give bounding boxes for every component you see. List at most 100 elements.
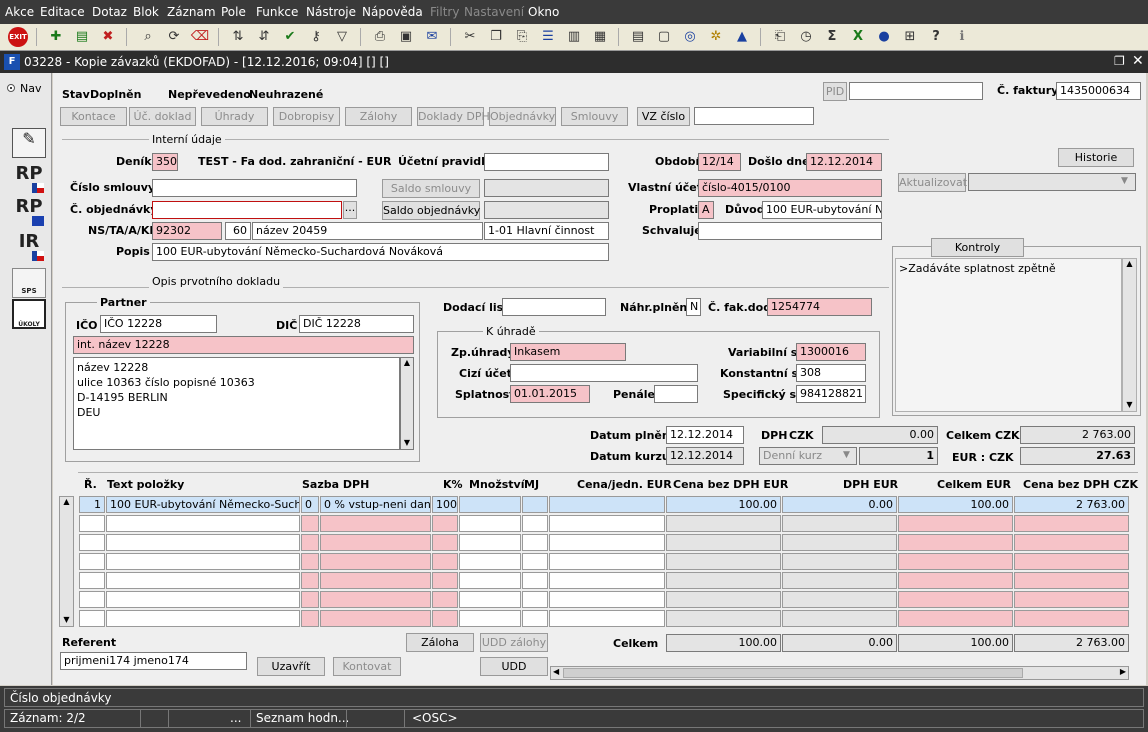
timer-icon[interactable]: ◷ [796, 27, 816, 47]
grid-cell-empty[interactable] [79, 591, 105, 608]
filter-icon[interactable]: ▽ [332, 27, 352, 47]
clear-icon[interactable]: ⌫ [190, 27, 210, 47]
scroll-down-icon[interactable]: ▼ [1123, 400, 1136, 409]
ta-field[interactable]: 60 [225, 222, 251, 240]
penale-field[interactable] [654, 385, 698, 403]
grid-cell-empty[interactable] [79, 610, 105, 627]
grid-cell-empty[interactable] [522, 553, 548, 570]
cizi-ucet-field[interactable] [510, 364, 698, 382]
pid-field[interactable] [849, 82, 983, 100]
scroll-down-icon[interactable]: ▼ [401, 438, 413, 447]
grid-cell-empty[interactable] [522, 515, 548, 532]
grid-cell-empty[interactable] [522, 610, 548, 627]
exit-icon[interactable]: EXIT [8, 27, 28, 47]
saldo-objednavky-button[interactable]: Saldo objednávky [382, 201, 480, 220]
info-icon[interactable]: ℹ [952, 27, 972, 47]
menu-pole[interactable]: Pole [221, 5, 246, 19]
specificky-field[interactable]: 984128821 [796, 385, 866, 403]
pid-button[interactable]: PID [823, 82, 847, 101]
ns-field[interactable]: 92302 [152, 222, 222, 240]
scroll-left-icon[interactable]: ◀ [553, 667, 559, 676]
cut-icon[interactable]: ✂ [460, 27, 480, 47]
calculator-icon[interactable]: ▦ [590, 27, 610, 47]
grid-cell-empty[interactable] [1014, 610, 1129, 627]
kontroly-scrollbar[interactable]: ▲ ▼ [1122, 258, 1137, 412]
denik-field[interactable]: 350 [152, 153, 178, 171]
sps-icon[interactable]: SPS [12, 268, 46, 298]
splatnost-field[interactable]: 01.01.2015 [510, 385, 590, 403]
grid-cell-empty[interactable] [782, 591, 897, 608]
grid-cell-empty[interactable] [549, 572, 665, 589]
grid-cell-empty[interactable] [1014, 534, 1129, 551]
tab-uhrady[interactable]: Úhrady [201, 107, 268, 126]
duvod-field[interactable]: 100 EUR-ubytování Něm [762, 201, 882, 219]
grid-cell-empty[interactable] [106, 553, 300, 570]
grid-cell-empty[interactable] [666, 610, 781, 627]
grid-cell-r[interactable]: 1 [79, 496, 105, 513]
insert-record-icon[interactable]: ▤ [72, 27, 92, 47]
grid-cell-empty[interactable] [898, 515, 1013, 532]
key-icon[interactable]: ⚷ [306, 27, 326, 47]
zaloha-button[interactable]: Záloha [406, 633, 474, 652]
tab-uc-doklad[interactable]: Úč. doklad [129, 107, 196, 126]
mail-icon[interactable]: ✉ [422, 27, 442, 47]
grid-cell-empty[interactable] [301, 610, 319, 627]
sum-icon[interactable]: Σ [822, 27, 842, 47]
datum-plneni-field[interactable]: 12.12.2014 [666, 426, 744, 444]
tab-zalohy[interactable]: Zálohy [345, 107, 412, 126]
grid-cell-empty[interactable] [782, 553, 897, 570]
grid-cell-empty[interactable] [898, 610, 1013, 627]
delete-record-icon[interactable]: ✖ [98, 27, 118, 47]
nav-radio[interactable] [7, 84, 15, 92]
grid-cell-mnozstvi[interactable] [459, 496, 521, 513]
faktura-field[interactable]: 1435000634 [1056, 82, 1141, 100]
grid-cell-empty[interactable] [459, 572, 521, 589]
ir-cz-icon[interactable]: IR [12, 231, 46, 261]
grid-cell-empty[interactable] [522, 591, 548, 608]
address-box[interactable]: název 12228 ulice 10363 číslo popisné 10… [73, 357, 400, 450]
nahr-plneni-field[interactable]: N [686, 298, 701, 316]
doslo-field[interactable]: 12.12.2014 [806, 153, 882, 171]
grid-cell-empty[interactable] [1014, 553, 1129, 570]
grid-cell-empty[interactable] [782, 572, 897, 589]
grid-cell-empty[interactable] [666, 534, 781, 551]
grid-cell-empty[interactable] [459, 515, 521, 532]
smlouva-field[interactable] [152, 179, 357, 197]
grid-cell-empty[interactable] [79, 515, 105, 532]
address-scrollbar[interactable]: ▲ ▼ [400, 357, 414, 450]
variabilni-field[interactable]: 1300016 [796, 343, 866, 361]
cfak-dod-field[interactable]: 1254774 [767, 298, 872, 316]
grid-cell-empty[interactable] [301, 591, 319, 608]
sort-desc-icon[interactable]: ⇵ [254, 27, 274, 47]
rp-cz-icon[interactable]: RP [12, 163, 46, 193]
tab-doklady-dph[interactable]: Doklady DPH [417, 107, 490, 126]
objednavka-field[interactable] [152, 201, 342, 219]
grid-cell-empty[interactable] [79, 553, 105, 570]
grid-cell-empty[interactable] [549, 553, 665, 570]
obdobi-field[interactable]: 12/14 [698, 153, 741, 171]
list-icon[interactable]: ☰ [538, 27, 558, 47]
grid-cell-empty[interactable] [301, 515, 319, 532]
grid-cell-cena-jedn[interactable] [549, 496, 665, 513]
grid-cell-empty[interactable] [898, 534, 1013, 551]
search-icon[interactable]: ⌕ [138, 27, 158, 47]
word-icon[interactable]: ● [874, 27, 894, 47]
grid-cell-empty[interactable] [106, 572, 300, 589]
settings-icon[interactable]: ✲ [706, 27, 726, 47]
ucetni-pravidlo-field[interactable] [484, 153, 609, 171]
kontovat-button[interactable]: Kontovat [333, 657, 401, 676]
edit-document-icon[interactable]: ✎ [12, 128, 46, 158]
referent-field[interactable]: prijmeni174 jmeno174 [60, 652, 247, 670]
grid-cell-empty[interactable] [301, 553, 319, 570]
close-icon[interactable]: ✕ [1132, 53, 1144, 69]
grid-cell-empty[interactable] [898, 591, 1013, 608]
restore-icon[interactable]: ❐ [1114, 54, 1125, 68]
chevron-down-icon[interactable]: ▼ [843, 450, 850, 460]
grid-cell-empty[interactable] [898, 553, 1013, 570]
kp-field[interactable]: 1-01 Hlavní činnost [484, 222, 609, 240]
copy-icon[interactable]: ❐ [486, 27, 506, 47]
aktualizovat-button[interactable]: Aktualizovat [898, 173, 967, 192]
help-icon[interactable]: ? [926, 27, 946, 47]
grid-cell-empty[interactable] [549, 515, 665, 532]
grid-cell-empty[interactable] [432, 534, 458, 551]
